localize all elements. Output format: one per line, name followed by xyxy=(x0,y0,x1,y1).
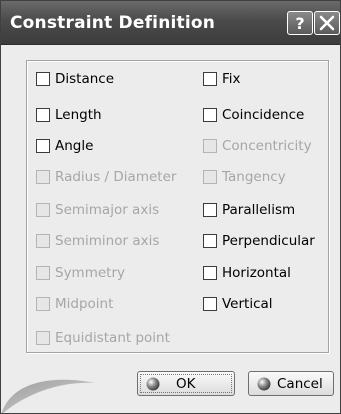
checkbox-box[interactable] xyxy=(203,170,217,184)
checkbox-label: Tangency xyxy=(222,169,286,185)
semiminor-axis-checkbox[interactable]: Semiminor axis xyxy=(36,231,159,251)
svg-text:?: ? xyxy=(295,14,304,33)
checkbox-label: Fix xyxy=(222,71,241,87)
checkbox-label: Perpendicular xyxy=(222,233,315,249)
cancel-label: Cancel xyxy=(277,375,323,392)
equidistant-point-checkbox[interactable]: Equidistant point xyxy=(36,328,170,348)
ok-label: OK xyxy=(176,375,196,392)
checkbox-box[interactable] xyxy=(203,266,217,280)
length-checkbox[interactable]: Length xyxy=(36,105,102,125)
checkbox-label: Symmetry xyxy=(55,265,125,281)
checkbox-box[interactable] xyxy=(36,139,50,153)
checkbox-label: Coincidence xyxy=(222,107,305,123)
checkbox-box[interactable] xyxy=(203,234,217,248)
checkbox-label: Radius / Diameter xyxy=(55,169,177,185)
semimajor-axis-checkbox[interactable]: Semimajor axis xyxy=(36,200,159,220)
checkbox-label: Horizontal xyxy=(222,265,291,281)
help-button[interactable]: ? xyxy=(287,11,313,35)
title-bar[interactable]: Constraint Definition ? xyxy=(1,1,340,45)
dialog-title: Constraint Definition xyxy=(10,13,216,33)
checkbox-label: Length xyxy=(55,107,102,123)
close-button[interactable] xyxy=(314,11,340,35)
decorative-swoosh xyxy=(1,379,96,413)
perpendicular-checkbox[interactable]: Perpendicular xyxy=(203,231,315,251)
checkbox-label: Semimajor axis xyxy=(55,202,160,218)
checkbox-label: Distance xyxy=(55,71,115,87)
checkbox-label: Vertical xyxy=(222,296,273,312)
checkbox-box[interactable] xyxy=(203,108,217,122)
checkbox-box[interactable] xyxy=(36,297,50,311)
checkbox-box[interactable] xyxy=(36,72,50,86)
checkbox-label: Midpoint xyxy=(55,296,114,312)
cancel-button[interactable]: Cancel xyxy=(248,371,334,396)
vertical-checkbox[interactable]: Vertical xyxy=(203,294,273,314)
coincidence-checkbox[interactable]: Coincidence xyxy=(203,105,304,125)
tangency-checkbox[interactable]: Tangency xyxy=(203,167,286,187)
close-icon xyxy=(319,15,335,31)
constraint-definition-dialog: Constraint Definition ? Distance Length … xyxy=(0,0,341,414)
checkbox-box[interactable] xyxy=(203,72,217,86)
checkbox-box[interactable] xyxy=(203,139,217,153)
checkbox-label: Equidistant point xyxy=(55,330,170,346)
checkbox-box[interactable] xyxy=(36,170,50,184)
checkbox-label: Angle xyxy=(55,138,94,154)
parallelism-checkbox[interactable]: Parallelism xyxy=(203,200,295,220)
ok-orb-icon xyxy=(146,377,160,390)
checkbox-box[interactable] xyxy=(36,108,50,122)
midpoint-checkbox[interactable]: Midpoint xyxy=(36,294,113,314)
ok-button[interactable]: OK xyxy=(137,371,235,396)
checkbox-label: Concentricity xyxy=(222,138,312,154)
checkbox-box[interactable] xyxy=(36,266,50,280)
checkbox-label: Parallelism xyxy=(222,202,296,218)
distance-checkbox[interactable]: Distance xyxy=(36,69,114,89)
checkbox-box[interactable] xyxy=(36,331,50,345)
question-mark-icon: ? xyxy=(295,14,304,33)
checkbox-box[interactable] xyxy=(203,203,217,217)
checkbox-label: Semiminor axis xyxy=(55,233,160,249)
cancel-orb-icon xyxy=(257,377,271,390)
symmetry-checkbox[interactable]: Symmetry xyxy=(36,263,125,283)
angle-checkbox[interactable]: Angle xyxy=(36,136,93,156)
concentricity-checkbox[interactable]: Concentricity xyxy=(203,136,312,156)
checkbox-box[interactable] xyxy=(36,203,50,217)
fix-checkbox[interactable]: Fix xyxy=(203,69,241,89)
checkbox-box[interactable] xyxy=(36,234,50,248)
radius-diameter-checkbox[interactable]: Radius / Diameter xyxy=(36,167,176,187)
horizontal-checkbox[interactable]: Horizontal xyxy=(203,263,291,283)
checkbox-box[interactable] xyxy=(203,297,217,311)
